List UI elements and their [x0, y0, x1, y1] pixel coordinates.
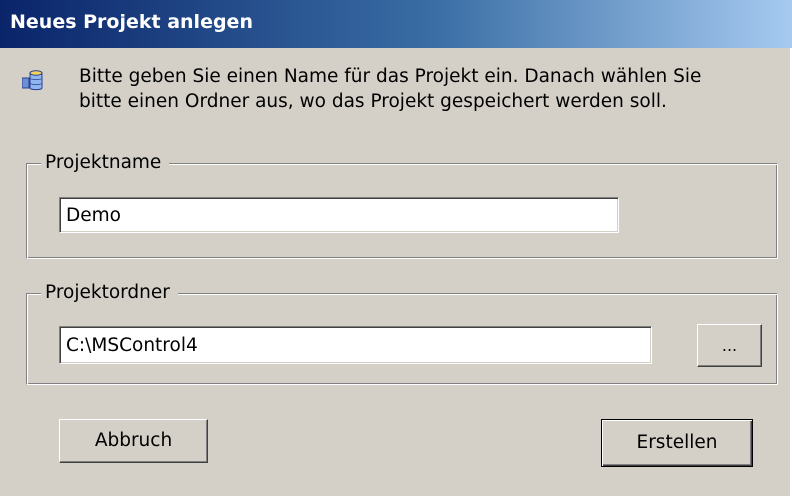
- database-icon: [21, 69, 44, 91]
- project-name-label: Projektname: [41, 151, 170, 175]
- window-title: Neues Projekt anlegen: [10, 11, 253, 33]
- create-button[interactable]: Erstellen: [601, 419, 753, 467]
- cancel-button[interactable]: Abbruch: [59, 419, 208, 463]
- new-project-dialog: Neues Projekt anlegen Bitte geben Sie ei…: [0, 0, 792, 498]
- browse-folder-button[interactable]: ...: [697, 324, 762, 367]
- instruction-text: Bitte geben Sie einen Name für das Proje…: [79, 66, 702, 112]
- title-bar[interactable]: Neues Projekt anlegen: [0, 0, 792, 48]
- project-name-input[interactable]: [59, 197, 619, 233]
- project-folder-input[interactable]: [59, 326, 652, 364]
- project-folder-label: Projektordner: [41, 281, 178, 305]
